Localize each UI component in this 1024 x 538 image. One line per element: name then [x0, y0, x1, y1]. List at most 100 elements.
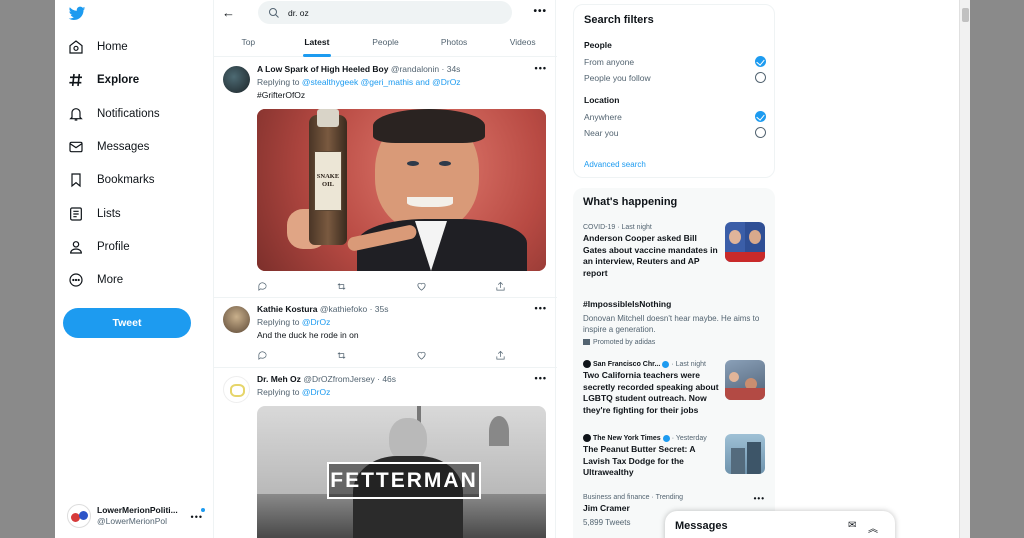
tweet-more-icon[interactable]: •••: [535, 373, 547, 383]
tab-videos[interactable]: Videos: [488, 29, 557, 56]
search-input[interactable]: dr. oz: [258, 1, 512, 24]
filter-people-you-follow[interactable]: People you follow: [584, 72, 766, 83]
tweet-time[interactable]: · 46s: [377, 374, 396, 384]
avatar[interactable]: [223, 306, 250, 333]
tweet-more-icon[interactable]: •••: [535, 303, 547, 313]
trend-item[interactable]: #ImpossibleIsNothing Donovan Mitchell do…: [583, 297, 765, 346]
like-icon[interactable]: [416, 348, 428, 360]
trend-more-icon[interactable]: •••: [754, 494, 765, 503]
retweet-icon[interactable]: [336, 348, 348, 360]
trend-meta: Business and finance · Trending: [583, 494, 684, 501]
retweet-icon[interactable]: [336, 279, 348, 291]
trend-item[interactable]: San Francisco Chr... · Last night Two Ca…: [583, 360, 765, 416]
trend-thumbnail: [725, 222, 765, 262]
nav-notifications[interactable]: Notifications: [68, 103, 160, 125]
nav-explore[interactable]: Explore: [68, 69, 139, 91]
radio-icon[interactable]: [755, 72, 766, 83]
option-label: People you follow: [584, 72, 651, 83]
trend-item[interactable]: The New York Times · Yesterday The Peanu…: [583, 434, 765, 479]
expand-chevron-icon[interactable]: ︽: [868, 520, 878, 535]
mention-link[interactable]: @DrOz: [302, 317, 330, 327]
new-message-icon[interactable]: ✉: [848, 520, 856, 531]
nav-bookmarks[interactable]: Bookmarks: [68, 169, 155, 191]
author-name[interactable]: Kathie Kostura: [257, 304, 317, 314]
nav-profile[interactable]: Profile: [68, 236, 130, 258]
filter-anywhere[interactable]: Anywhere: [584, 111, 766, 122]
tweet[interactable]: Kathie Kostura @kathiefoko · 35s ••• Rep…: [214, 298, 557, 368]
nav-label: Home: [97, 41, 128, 53]
tweet-time[interactable]: · 35s: [370, 304, 389, 314]
tab-people[interactable]: People: [351, 29, 420, 56]
replying-prefix: Replying to: [257, 387, 300, 397]
tweet-time[interactable]: · 34s: [442, 64, 461, 74]
nav-label: Profile: [97, 241, 130, 253]
tweet-more-icon[interactable]: •••: [535, 63, 547, 73]
tweet-text: And the duck he rode in on: [257, 330, 359, 340]
nav-label: More: [97, 274, 124, 286]
scrollbar-thumb[interactable]: [962, 8, 969, 22]
tweet-actions: [257, 279, 507, 293]
search-header: ← dr. oz •••: [214, 0, 557, 26]
trend-headline: The Peanut Butter Secret: A Lavish Tax D…: [583, 444, 696, 477]
fetterman-sign: FETTERMAN: [327, 462, 481, 499]
replying-to: Replying to @DrOz: [257, 317, 330, 327]
author-name[interactable]: Dr. Meh Oz: [257, 374, 301, 384]
author-handle[interactable]: @randalonin: [391, 64, 439, 74]
trend-thumbnail: [725, 360, 765, 400]
share-icon[interactable]: [495, 279, 507, 291]
account-switcher[interactable]: LowerMerionPoliti... @LowerMerionPol •••: [67, 502, 207, 530]
promoted-icon: [583, 338, 590, 345]
twitter-page: Home Explore Notifications Messages Book…: [55, 0, 970, 538]
radio-icon[interactable]: [755, 127, 766, 138]
tab-top[interactable]: Top: [214, 29, 283, 56]
mention-link[interactable]: @DrOz: [302, 387, 330, 397]
avatar[interactable]: [223, 66, 250, 93]
source-logo-icon: [583, 360, 591, 368]
reply-icon[interactable]: [257, 279, 269, 291]
nav-home[interactable]: Home: [68, 36, 128, 58]
nav-more[interactable]: More: [68, 269, 123, 291]
tweet[interactable]: A Low Spark of High Heeled Boy @randalon…: [214, 58, 557, 298]
person-icon: [70, 241, 82, 254]
filter-near-you[interactable]: Near you: [584, 127, 766, 138]
twitter-logo-icon[interactable]: [68, 6, 86, 22]
nav-messages[interactable]: Messages: [68, 136, 149, 158]
messages-drawer[interactable]: Messages ✉ ︽: [665, 511, 895, 538]
replying-prefix: Replying to: [257, 317, 300, 327]
location-filter-title: Location: [584, 95, 620, 105]
hashtag-icon: [69, 73, 82, 87]
reply-icon[interactable]: [257, 348, 269, 360]
nav-label: Lists: [97, 208, 121, 220]
avatar[interactable]: [223, 376, 250, 403]
author-handle[interactable]: @kathiefoko: [320, 304, 367, 314]
page-scrollbar[interactable]: [959, 0, 970, 538]
nav-label: Notifications: [97, 108, 160, 120]
filter-from-anyone[interactable]: From anyone: [584, 56, 766, 67]
filters-title: Search filters: [584, 14, 654, 26]
author-name[interactable]: A Low Spark of High Heeled Boy: [257, 64, 388, 74]
more-circle-icon: [69, 273, 83, 287]
share-icon[interactable]: [495, 348, 507, 360]
like-icon[interactable]: [416, 279, 428, 291]
trend-item[interactable]: COVID-19 · Last night Anderson Cooper as…: [583, 222, 765, 279]
advanced-search-link[interactable]: Advanced search: [584, 160, 646, 169]
tab-latest[interactable]: Latest: [283, 29, 352, 57]
bell-icon: [69, 108, 83, 121]
label-text: SNAKE: [316, 173, 340, 180]
back-arrow-icon[interactable]: ←: [222, 5, 235, 20]
radio-checked-icon[interactable]: [755, 56, 766, 67]
nav-lists[interactable]: Lists: [68, 203, 121, 225]
more-options-icon[interactable]: •••: [533, 6, 547, 17]
tweet[interactable]: Dr. Meh Oz @DrOZfromJersey · 46s ••• Rep…: [214, 368, 557, 538]
search-tabs: Top Latest People Photos Videos: [214, 29, 557, 57]
label-text: OIL: [322, 181, 334, 188]
tweet-image[interactable]: SNAKE OIL: [257, 109, 546, 271]
tweet-image[interactable]: FETTERMAN: [257, 406, 546, 538]
tweet-button[interactable]: Tweet: [63, 308, 191, 338]
mention-link[interactable]: @stealthygeek @geri_mathis and @DrOz: [302, 77, 461, 87]
search-filters-panel: Search filters People From anyone People…: [573, 4, 775, 178]
hashtag-link[interactable]: #GrifterOfOz: [257, 90, 305, 100]
tab-photos[interactable]: Photos: [420, 29, 489, 56]
radio-checked-icon[interactable]: [755, 111, 766, 122]
author-handle[interactable]: @DrOZfromJersey: [303, 374, 374, 384]
